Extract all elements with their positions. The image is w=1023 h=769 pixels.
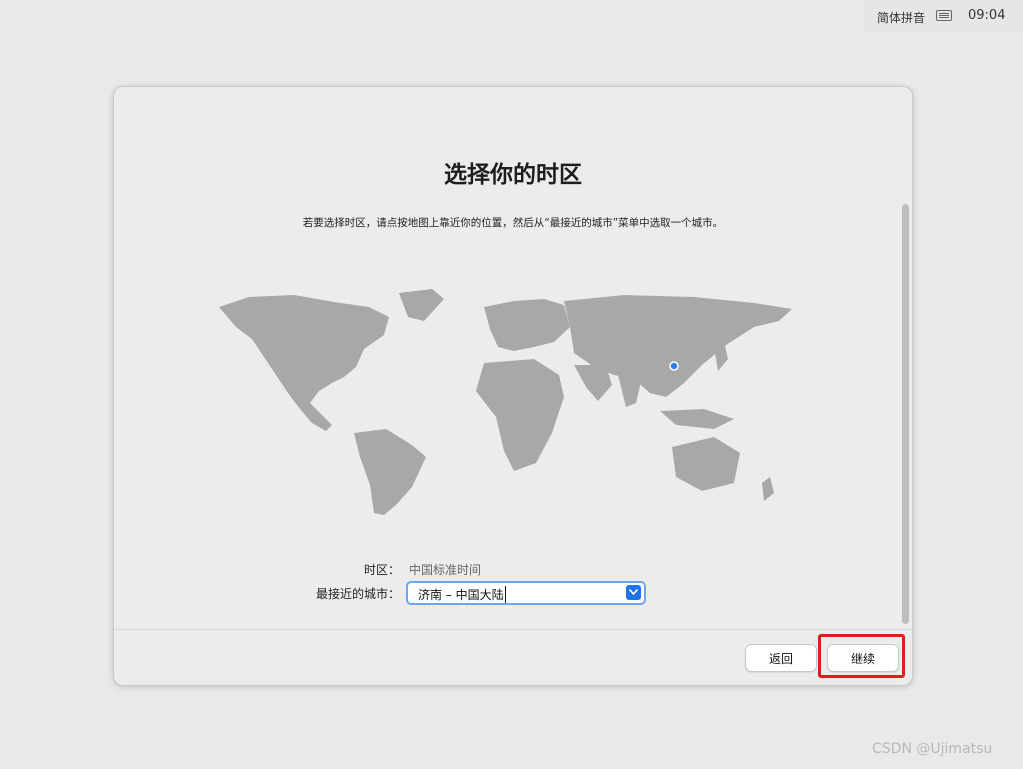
selected-location-marker bbox=[669, 361, 679, 371]
timezone-label: 时区： bbox=[363, 563, 400, 577]
instructions-text: 若要选择时区，请点按地图上靠近你的位置，然后从“最接近的城市”菜单中选取一个城市… bbox=[302, 217, 724, 229]
back-button[interactable]: 返回 bbox=[745, 644, 817, 672]
closest-city-combobox[interactable]: 济南 – 中国大陆 bbox=[406, 581, 646, 605]
highlight-annotation bbox=[818, 634, 905, 678]
timezone-value: 中国标准时间 bbox=[409, 563, 482, 577]
footer-divider bbox=[114, 629, 912, 630]
input-method-label[interactable]: 简体拼音 bbox=[877, 9, 925, 26]
clock: 09:04 bbox=[968, 8, 1006, 23]
page-title: 选择你的时区 bbox=[444, 162, 582, 188]
world-map[interactable] bbox=[214, 287, 804, 517]
scrollbar-thumb[interactable] bbox=[902, 204, 909, 624]
watermark: CSDN @Ujimatsu bbox=[872, 741, 993, 757]
chevron-down-icon[interactable] bbox=[626, 585, 641, 600]
keyboard-icon[interactable] bbox=[936, 10, 952, 21]
setup-window: 选择你的时区 若要选择时区，请点按地图上靠近你的位置，然后从“最接近的城市”菜单… bbox=[113, 86, 913, 686]
map-land bbox=[219, 289, 792, 515]
closest-city-value[interactable]: 济南 – 中国大陆 bbox=[418, 586, 506, 603]
scrollbar[interactable] bbox=[901, 200, 911, 628]
closest-city-label: 最接近的城市： bbox=[315, 587, 400, 601]
